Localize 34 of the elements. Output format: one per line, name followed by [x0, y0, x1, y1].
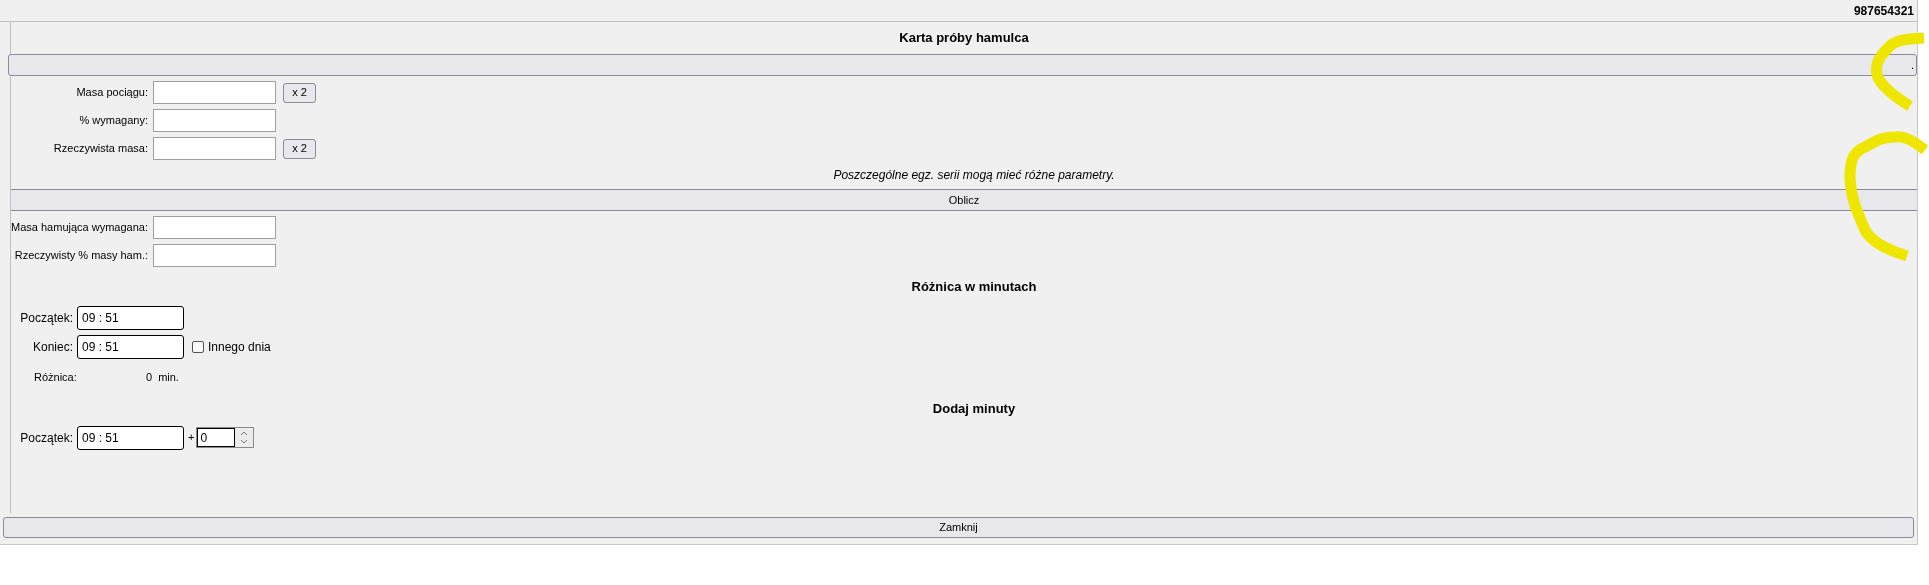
- result-value: 0: [146, 369, 153, 385]
- input-field[interactable]: 09 : 51: [77, 334, 184, 359]
- field-label: % wymagany:: [79, 113, 148, 129]
- version-number: 987654321: [1853, 2, 1914, 20]
- field-label: Masa pociągu:: [76, 85, 148, 101]
- note-text: Poszczególne egz. serii mogą mieć różne parametry.: [832, 166, 1115, 184]
- calculate-button[interactable]: Oblicz: [11, 189, 1917, 211]
- double-button[interactable]: x 2: [283, 138, 316, 159]
- section-heading: Różnica w minutach: [910, 278, 1037, 297]
- form-title: Karta próby hamulca: [899, 29, 1029, 48]
- input-field[interactable]: [153, 216, 276, 239]
- input-field[interactable]: [153, 109, 276, 132]
- plus-sign: +: [188, 430, 195, 446]
- field-label: Rzeczywista masa:: [53, 141, 148, 157]
- checkbox-label: Innego dnia: [208, 338, 271, 356]
- close-button[interactable]: Zamknij: [3, 517, 1914, 538]
- toolbar-button[interactable]: .: [8, 54, 1917, 76]
- input-field[interactable]: 09 : 51: [77, 425, 184, 450]
- input-field[interactable]: [153, 244, 276, 267]
- section-heading: Dodaj minuty: [931, 400, 1016, 419]
- checkbox[interactable]: [192, 340, 204, 353]
- field-label: Koniec:: [32, 338, 73, 356]
- field-label: Początek:: [20, 429, 73, 447]
- result-label: Różnica:: [34, 369, 78, 385]
- input-field[interactable]: [153, 137, 276, 160]
- field-label: Początek:: [20, 309, 73, 327]
- field-label: Masa hamująca wymagana:: [11, 220, 148, 236]
- input-field[interactable]: 09 : 51: [77, 305, 184, 330]
- field-label: Rzeczywisty % masy ham.:: [14, 248, 148, 264]
- unit-label: min.: [158, 369, 179, 385]
- spin-arrows-icon[interactable]: [235, 428, 254, 447]
- number-spinner[interactable]: 0: [196, 427, 255, 448]
- input-field[interactable]: [153, 81, 276, 104]
- double-button[interactable]: x 2: [283, 82, 316, 103]
